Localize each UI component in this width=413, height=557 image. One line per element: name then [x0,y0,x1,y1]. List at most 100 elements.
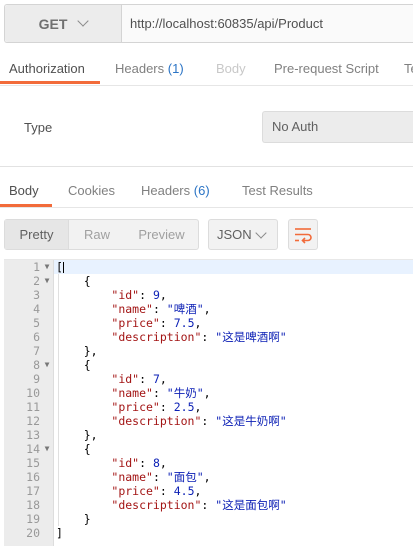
code-text: "name": "面包", [111,470,211,484]
fold-arrow-icon[interactable]: ▼ [42,260,52,274]
code-text: "id": 8, [111,456,167,470]
line-number: 6 [33,330,40,344]
method-label: GET [38,15,68,32]
line-number: 19 [26,512,40,526]
view-mode-group: Pretty Raw Preview [4,219,199,250]
format-select-value: JSON [217,227,252,242]
active-response-tab-indicator [0,204,52,207]
code-line: 4 "name": "啤酒", [4,302,413,316]
line-number: 14 [26,442,40,456]
code-text: } [56,512,91,526]
code-text: "name": "啤酒", [111,302,211,316]
preview-button[interactable]: Preview [125,220,198,249]
chevron-down-icon [77,15,90,27]
wrap-lines-button[interactable] [288,219,318,250]
tab-label: Body [216,61,246,76]
auth-type-select[interactable]: No Auth [262,111,413,143]
tab-label: Headers [115,61,165,76]
line-number: 11 [26,400,40,414]
code-line: 10 "name": "牛奶", [4,386,413,400]
code-line: 20] [4,526,413,540]
code-text: { [56,274,91,288]
fold-arrow-icon[interactable]: ▼ [42,358,52,372]
code-text: "id": 7, [111,372,167,386]
code-line: 19 } [4,512,413,526]
code-line: 13 }, [4,428,413,442]
tab-label: Te [404,61,413,76]
tab-label: Authorization [9,61,85,76]
request-bar: GET http://localhost:60835/api/Product [4,4,413,43]
code-line: 14 ▼ { [4,442,413,456]
wrap-lines-icon [295,228,312,244]
tab-count: (1) [167,61,184,76]
line-number: 17 [26,484,40,498]
line-number: 10 [26,386,40,400]
fold-arrow-icon[interactable]: ▼ [42,274,52,288]
code-line: 6 "description": "这是啤酒啊" [4,330,413,344]
tab-label: Body [9,183,39,198]
code-text: "price": 7.5, [111,316,202,330]
code-line: 9 "id": 7, [4,372,413,386]
tab-cookies[interactable]: Cookies [68,178,115,208]
code-text: ] [56,526,63,540]
tab-count: (6) [193,183,210,198]
line-number: 1 [33,260,40,274]
code-line: 1 ▼ [ [4,260,413,274]
method-select[interactable]: GET [5,5,122,42]
code-text: "price": 2.5, [111,400,202,414]
line-number: 3 [33,288,40,302]
line-number: 7 [33,344,40,358]
tab-label: Headers [141,183,191,198]
raw-button[interactable]: Raw [69,220,125,249]
code-line: 8 ▼ { [4,358,413,372]
code-line: 12 "description": "这是牛奶啊" [4,414,413,428]
code-text: }, [56,344,98,358]
fold-arrow-icon[interactable]: ▼ [42,442,52,456]
pretty-button[interactable]: Pretty [5,220,69,249]
code-line: 5 "price": 7.5, [4,316,413,330]
tab-tests[interactable]: Te [404,56,413,86]
code-line: 3 "id": 9, [4,288,413,302]
tab-test-results[interactable]: Test Results [242,178,313,208]
line-number: 2 [33,274,40,288]
tab-label: Test Results [242,183,313,198]
auth-type-label: Type [24,120,53,135]
line-number: 20 [26,526,40,540]
code-text: "description": "这是牛奶啊" [111,414,287,428]
code-text: "id": 9, [111,288,167,302]
active-tab-indicator [0,81,100,84]
code-text: { [56,358,91,372]
code-text: "description": "这是面包啊" [111,498,287,512]
tab-label: Pre-request Script [274,61,379,76]
line-number: 16 [26,470,40,484]
code-line: 18 "description": "这是面包啊" [4,498,413,512]
code-text: "price": 4.5, [111,484,202,498]
line-number: 5 [33,316,40,330]
code-line: 17 "price": 4.5, [4,484,413,498]
tab-headers[interactable]: Headers (1) [115,56,184,86]
tab-body[interactable]: Body [216,56,246,86]
line-number: 12 [26,414,40,428]
code-text: [ [56,260,63,274]
code-line: 15 "id": 8, [4,456,413,470]
line-number: 4 [33,302,40,316]
code-line: 11 "price": 2.5, [4,400,413,414]
format-select[interactable]: JSON [208,219,278,250]
url-input[interactable]: http://localhost:60835/api/Product [130,5,323,42]
code-line: 2 ▼ { [4,274,413,288]
code-text: }, [56,428,98,442]
line-number: 18 [26,498,40,512]
section-divider [0,166,413,167]
tab-pre-request-script[interactable]: Pre-request Script [274,56,379,86]
line-number: 9 [33,372,40,386]
code-text: { [56,442,91,456]
code-text: "description": "这是啤酒啊" [111,330,287,344]
response-body-editor[interactable]: 1 ▼[2 ▼ {3 "id": 9, 4 "name": "啤酒", 5 "price… [4,259,413,549]
code-line: 7 }, [4,344,413,358]
code-text: "name": "牛奶", [111,386,211,400]
tab-response-headers[interactable]: Headers (6) [141,178,210,208]
chevron-down-icon [255,227,267,239]
code-line: 16 "name": "面包", [4,470,413,484]
tab-label: Cookies [68,183,115,198]
response-tabs: Body Cookies Headers (6) Test Results [0,178,413,208]
